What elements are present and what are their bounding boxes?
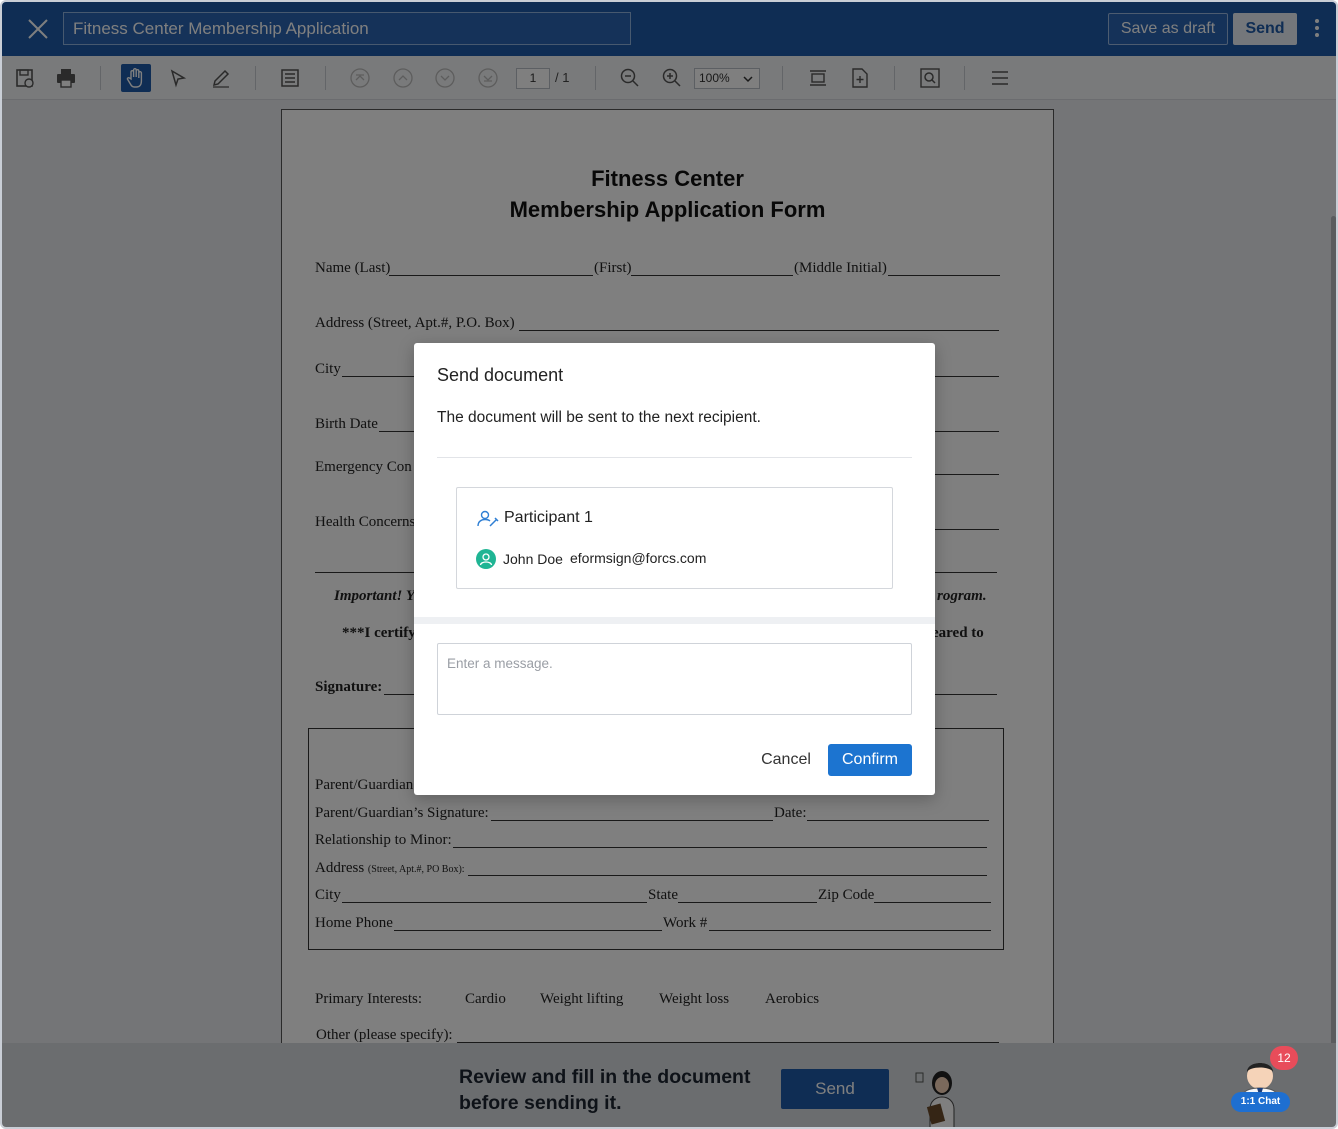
message-input[interactable] [437,643,912,715]
send-document-dialog: Send document The document will be sent … [414,343,935,795]
dialog-description: The document will be sent to the next re… [437,409,761,426]
cancel-button[interactable]: Cancel [751,744,821,776]
confirm-button[interactable]: Confirm [828,744,912,776]
dialog-section-separator [414,617,935,624]
user-avatar-icon [476,549,496,569]
dialog-divider [437,457,912,458]
dialog-title: Send document [437,365,564,385]
participant-label: Participant 1 [504,509,593,526]
recipient-name: John Doe [503,551,563,567]
app-frame: Fitness Center Membership Application Sa… [0,0,1338,1129]
participant-edit-icon [477,510,499,532]
recipient-email: eformsign@forcs.com [570,550,707,566]
chat-button[interactable]: 1:1 Chat [1231,1092,1290,1112]
participant-card: Participant 1 John Doe eformsign@forcs.c… [456,487,893,589]
chat-unread-badge: 12 [1270,1046,1298,1070]
